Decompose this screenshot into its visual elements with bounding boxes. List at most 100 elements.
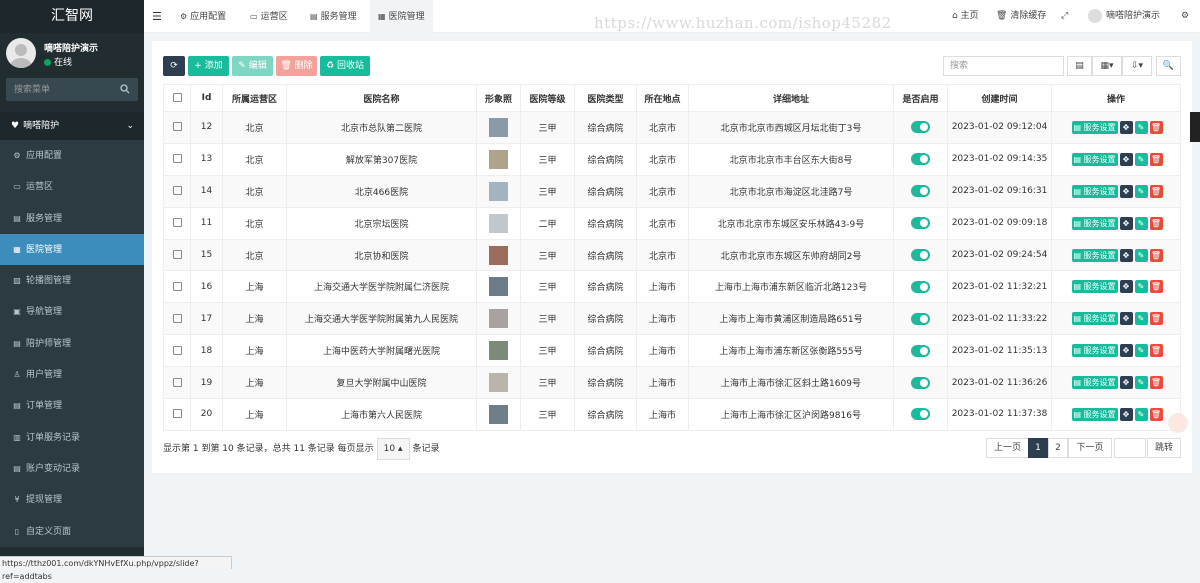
col-header[interactable]: 创建时间 <box>948 85 1052 112</box>
recycle-bin-button[interactable]: ♻ 回收站 <box>320 56 370 76</box>
hospital-thumbnail[interactable] <box>489 405 508 424</box>
hospital-thumbnail[interactable] <box>489 246 508 265</box>
col-header[interactable]: 医院等级 <box>521 85 575 112</box>
hospital-thumbnail[interactable] <box>489 373 508 392</box>
move-icon[interactable]: ✥ <box>1120 185 1133 198</box>
edit-icon[interactable]: ✎ <box>1135 217 1148 230</box>
sidebar-item[interactable]: ▯自定义页面 <box>0 516 144 547</box>
tab-app-config[interactable]: ⚙应用配置 <box>172 0 234 33</box>
col-header[interactable]: 详细地址 <box>689 85 894 112</box>
hospital-thumbnail[interactable] <box>489 182 508 201</box>
clear-cache-button[interactable]: 🗑 清除缓存 <box>996 0 1046 33</box>
hospital-thumbnail[interactable] <box>489 309 508 328</box>
sidebar-item[interactable]: ▣导航管理 <box>0 296 144 327</box>
delete-icon[interactable]: 🗑 <box>1150 153 1163 166</box>
fullscreen-icon[interactable]: ⤢ <box>1061 0 1068 33</box>
user-menu[interactable]: 嘀嗒陪护演示 <box>1088 0 1160 33</box>
move-icon[interactable]: ✥ <box>1120 249 1133 262</box>
col-header[interactable]: 医院类型 <box>575 85 637 112</box>
col-header[interactable]: 所属运营区 <box>223 85 287 112</box>
sidebar-item[interactable]: ⚙应用配置 <box>0 140 144 171</box>
tab-hospital[interactable]: ▦医院管理 <box>370 0 433 33</box>
hospital-thumbnail[interactable] <box>489 277 508 296</box>
home-link[interactable]: ⌂ 主页 <box>952 0 979 33</box>
row-checkbox[interactable] <box>173 282 182 291</box>
page-size-select[interactable]: 10 ▴ <box>377 438 410 460</box>
edit-icon[interactable]: ✎ <box>1135 376 1148 389</box>
next-page-button[interactable]: 下一页 <box>1068 438 1112 458</box>
move-icon[interactable]: ✥ <box>1120 153 1133 166</box>
row-checkbox[interactable] <box>173 250 182 259</box>
col-header[interactable]: 医院名称 <box>287 85 477 112</box>
delete-icon[interactable]: 🗑 <box>1150 344 1163 357</box>
edit-icon[interactable]: ✎ <box>1135 344 1148 357</box>
enabled-toggle[interactable] <box>911 249 930 261</box>
row-checkbox[interactable] <box>173 186 182 195</box>
jump-button[interactable]: 跳转 <box>1147 438 1181 458</box>
service-settings-button[interactable]: ▤ 服务设置 <box>1072 185 1118 198</box>
advanced-search-button[interactable]: 🔍 <box>1156 56 1181 76</box>
refresh-button[interactable]: ⟳ <box>163 56 185 76</box>
col-header[interactable]: 形象照 <box>477 85 521 112</box>
edit-icon[interactable]: ✎ <box>1135 408 1148 421</box>
sidebar-item[interactable]: ▤账户变动记录 <box>0 453 144 484</box>
sidebar-item[interactable]: ▨轮播图管理 <box>0 265 144 296</box>
menu-toggle-icon[interactable]: ☰ <box>152 10 162 23</box>
delete-icon[interactable]: 🗑 <box>1150 376 1163 389</box>
table-row[interactable]: 12北京北京市总队第二医院三甲综合病院北京市北京市北京市西城区月坛北街丁3号20… <box>164 112 1181 144</box>
enabled-toggle[interactable] <box>911 377 930 389</box>
service-settings-button[interactable]: ▤ 服务设置 <box>1072 344 1118 357</box>
sidebar-item[interactable]: ¥提现管理 <box>0 484 144 515</box>
service-settings-button[interactable]: ▤ 服务设置 <box>1072 312 1118 325</box>
service-settings-button[interactable]: ▤ 服务设置 <box>1072 153 1118 166</box>
row-checkbox[interactable] <box>173 218 182 227</box>
enabled-toggle[interactable] <box>911 217 930 229</box>
table-row[interactable]: 15北京北京协和医院三甲综合病院北京市北京市北京市东城区东帅府胡同2号2023-… <box>164 239 1181 271</box>
move-icon[interactable]: ✥ <box>1120 376 1133 389</box>
support-avatar-icon[interactable] <box>1168 413 1188 433</box>
table-row[interactable]: 20上海上海市第六人民医院三甲综合病院上海市上海市上海市徐汇区沪闵路9816号2… <box>164 399 1181 431</box>
edit-icon[interactable]: ✎ <box>1135 153 1148 166</box>
move-icon[interactable]: ✥ <box>1120 121 1133 134</box>
app-logo[interactable]: 汇智网 <box>0 0 144 33</box>
enabled-toggle[interactable] <box>911 121 930 133</box>
export-button[interactable]: ⇩▾ <box>1122 56 1152 76</box>
sidebar-item[interactable]: ▤服务管理 <box>0 203 144 234</box>
row-checkbox[interactable] <box>173 314 182 323</box>
row-checkbox[interactable] <box>173 409 182 418</box>
delete-icon[interactable]: 🗑 <box>1150 121 1163 134</box>
table-row[interactable]: 19上海复旦大学附属中山医院三甲综合病院上海市上海市上海市徐汇区斜土路1609号… <box>164 367 1181 399</box>
edit-button[interactable]: ✎ 编辑 <box>232 56 273 76</box>
col-header[interactable]: 所在地点 <box>637 85 689 112</box>
table-row[interactable]: 13北京解放军第307医院三甲综合病院北京市北京市北京市丰台区东大街8号2023… <box>164 143 1181 175</box>
menu-search-input[interactable] <box>6 78 116 101</box>
edit-icon[interactable]: ✎ <box>1135 249 1148 262</box>
row-checkbox[interactable] <box>173 154 182 163</box>
move-icon[interactable]: ✥ <box>1120 408 1133 421</box>
edit-icon[interactable]: ✎ <box>1135 280 1148 293</box>
service-settings-button[interactable]: ▤ 服务设置 <box>1072 280 1118 293</box>
hospital-thumbnail[interactable] <box>489 118 508 137</box>
row-checkbox[interactable] <box>173 378 182 387</box>
edit-icon[interactable]: ✎ <box>1135 312 1148 325</box>
delete-icon[interactable]: 🗑 <box>1150 280 1163 293</box>
search-icon[interactable] <box>120 84 130 94</box>
service-settings-button[interactable]: ▤ 服务设置 <box>1072 121 1118 134</box>
hospital-thumbnail[interactable] <box>489 341 508 360</box>
col-header[interactable]: Id <box>191 85 223 112</box>
row-checkbox[interactable] <box>173 122 182 131</box>
table-row[interactable]: 16上海上海交通大学医学院附属仁济医院三甲综合病院上海市上海市上海市浦东新区临沂… <box>164 271 1181 303</box>
enabled-toggle[interactable] <box>911 345 930 357</box>
row-checkbox[interactable] <box>173 346 182 355</box>
tab-service[interactable]: ▤服务管理 <box>302 0 365 33</box>
sidebar-item[interactable]: ▥订单服务记录 <box>0 422 144 453</box>
hospital-thumbnail[interactable] <box>489 214 508 233</box>
table-row[interactable]: 11北京北京宗坛医院二甲综合病院北京市北京市北京市东城区安乐林路43-9号202… <box>164 207 1181 239</box>
enabled-toggle[interactable] <box>911 185 930 197</box>
service-settings-button[interactable]: ▤ 服务设置 <box>1072 376 1118 389</box>
page-1-button[interactable]: 1 <box>1028 438 1048 458</box>
delete-icon[interactable]: 🗑 <box>1150 408 1163 421</box>
enabled-toggle[interactable] <box>911 313 930 325</box>
service-settings-button[interactable]: ▤ 服务设置 <box>1072 217 1118 230</box>
sidebar-item[interactable]: ▤订单管理 <box>0 390 144 421</box>
